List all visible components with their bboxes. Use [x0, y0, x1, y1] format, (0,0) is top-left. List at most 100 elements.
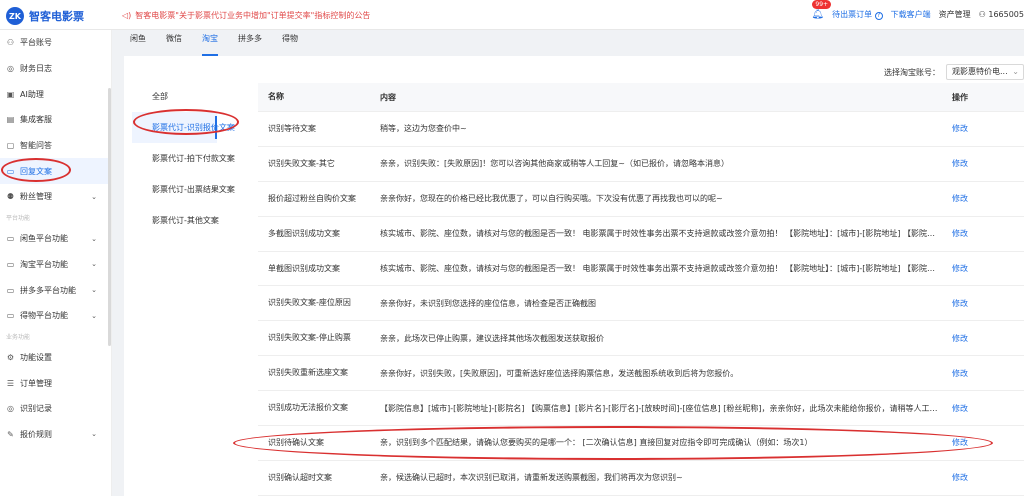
edit-button[interactable]: 修改 — [952, 124, 968, 133]
row-name: 识别失败文案-座位原因 — [268, 298, 351, 308]
category-item[interactable]: 影票代订-出票结果文案 — [132, 174, 235, 205]
sidebar-item-record[interactable]: ◎ 识别记录 — [0, 396, 111, 422]
sidebar-item-order[interactable]: ☰ 订单管理 — [0, 370, 111, 396]
tab-platform[interactable]: 淘宝 — [202, 30, 218, 56]
tab-platform[interactable]: 得物 — [282, 30, 298, 56]
chevron-down-icon: ⌄ — [1012, 67, 1019, 76]
sidebar-item-user[interactable]: ⚇ 平台账号 — [0, 30, 111, 56]
row-operation: 修改 — [942, 472, 1024, 483]
tab-platform[interactable]: 微信 — [166, 30, 182, 56]
row-operation: 修改 — [942, 403, 1024, 414]
edit-button[interactable]: 修改 — [952, 473, 968, 482]
sidebar-item-xianyu[interactable]: ▭ 闲鱼平台功能 ⌄ — [0, 226, 111, 252]
sidebar-item-reply[interactable]: ▭ 回复文案 — [0, 158, 111, 185]
sidebar-item-finance[interactable]: ◎ 财务日志 — [0, 56, 111, 82]
sidebar-section-platform: 平台功能 — [6, 215, 31, 223]
edit-button[interactable]: 修改 — [952, 194, 968, 203]
row-name: 识别成功无法报价文案 — [268, 403, 348, 413]
table-row: 识别确认超时文案 亲，候选确认已超时，本次识别已取消，请重新发送购票截图，我们将再… — [258, 461, 1024, 496]
sidebar-item-label: 集成客服 — [20, 115, 52, 125]
sidebar-item-dewu[interactable]: ▭ 得物平台功能 ⌄ — [0, 303, 111, 329]
row-content: 亲亲你好，识别失败，[失败原因]，可重新选好座位选择购票信息，发送截图系统收到后… — [380, 368, 739, 378]
edit-button[interactable]: 修改 — [952, 229, 968, 238]
sidebar-item-label: 拼多多平台功能 — [20, 285, 76, 295]
speaker-icon: ◁) — [122, 11, 132, 20]
record-icon: ◎ — [7, 404, 14, 414]
edit-button[interactable]: 修改 — [952, 404, 968, 413]
dewu-icon: ▭ — [6, 311, 15, 321]
table-row: 识别成功无法报价文案 【影院信息】[城市]-[影院地址]-[影院名] 【购票信息】… — [258, 391, 1024, 427]
tab-platform[interactable]: 拼多多 — [238, 30, 262, 56]
edit-button[interactable]: 修改 — [952, 369, 968, 378]
category-item[interactable]: 影票代订-其他文案 — [132, 205, 219, 236]
app-logo[interactable]: ZK 智客电影票 — [6, 6, 84, 26]
edit-button[interactable]: 修改 — [952, 159, 968, 168]
row-name: 识别失败文案-停止购票 — [268, 333, 351, 343]
sidebar-item-label: 识别记录 — [20, 404, 52, 414]
chevron-down-icon: ⌄ — [91, 430, 97, 439]
copy-table: 名称 内容 操作 识别等待文案 稍等，这边为您查价中~ 修改 识别失败文案-其它 亲亲，… — [258, 83, 1024, 496]
row-operation: 修改 — [942, 437, 1024, 448]
edit-button[interactable]: 修改 — [952, 264, 968, 273]
sidebar-item-label: 淘宝平台功能 — [20, 259, 68, 269]
bell-icon[interactable]: 🔔︎ 99+ — [811, 0, 832, 20]
chevron-down-icon: ⌄ — [91, 234, 97, 243]
row-operation: 修改 — [942, 193, 1024, 204]
asset-management-link[interactable]: 资产管理 — [939, 9, 971, 20]
row-name: 识别确认超时文案 — [268, 472, 332, 482]
download-client-link[interactable]: 下载客户端 — [891, 9, 931, 20]
sidebar-item-label: 平台账号 — [20, 38, 52, 48]
edit-button[interactable]: 修改 — [952, 438, 968, 447]
sidebar-item-ai[interactable]: ▣ AI助理 — [0, 81, 111, 107]
sidebar-item-price[interactable]: ✎ 报价规则 ⌄ — [0, 422, 111, 448]
sidebar-item-label: 功能设置 — [20, 352, 52, 362]
sidebar-section-business: 业务功能 — [6, 334, 31, 342]
table-row: 识别待确认文案 亲，识别到多个匹配结果，请确认您要购买的是哪一个： [二次确认信息… — [258, 426, 1024, 461]
notification-badge: 99+ — [812, 0, 832, 9]
sidebar-item-qa[interactable]: ▢ 智能问答 — [0, 133, 111, 159]
row-name: 识别待确认文案 — [268, 437, 324, 447]
column-header-name: 名称 — [268, 92, 284, 101]
table-row: 单截图识别成功文案 核实城市、影院、座位数，请核对与您的截图是否一致！ 电影票属于… — [258, 252, 1024, 287]
pending-orders-link[interactable]: 待出票订单 ? — [832, 9, 883, 20]
category-item[interactable]: 全部 — [132, 81, 217, 112]
sidebar-item-taobao[interactable]: ▭ 淘宝平台功能 ⌄ — [0, 252, 111, 278]
sidebar-item-label: 闲鱼平台功能 — [20, 234, 68, 244]
sidebar-item-service[interactable]: ▤ 集成客服 — [0, 107, 111, 133]
category-item[interactable]: 影票代订-识别报价文案 — [132, 112, 235, 143]
app-name: 智客电影票 — [29, 10, 84, 23]
sidebar-item-pdd[interactable]: ▭ 拼多多平台功能 ⌄ — [0, 277, 111, 303]
column-header-content: 内容 — [380, 92, 396, 102]
tab-platform[interactable]: 闲鱼 — [130, 30, 146, 56]
reply-icon: ▭ — [6, 166, 15, 176]
edit-button[interactable]: 修改 — [952, 334, 968, 343]
sidebar-item-settings[interactable]: ⚙ 功能设置 — [0, 345, 111, 371]
row-operation: 修改 — [942, 158, 1024, 169]
category-item[interactable]: 影票代订-拍下付款文案 — [132, 143, 235, 174]
user-menu[interactable]: ⚇ 1665005 — [979, 10, 1024, 19]
user-icon: ⚇ — [978, 10, 986, 19]
announcement-text[interactable]: 智客电影票"关于影票代订业务中增加"订单提交率"指标控制的公告 — [135, 10, 370, 21]
platform-tabs: 闲鱼 微信 淘宝 拼多多 得物 — [130, 30, 298, 56]
row-operation: 修改 — [942, 333, 1024, 344]
account-select[interactable]: 观影惠特价电... ⌄ — [946, 64, 1024, 80]
sidebar-item-label: 智能问答 — [20, 141, 52, 151]
sidebar-item-label: 报价规则 — [20, 429, 52, 439]
fans-icon: ⚉ — [6, 192, 15, 202]
edit-button[interactable]: 修改 — [952, 299, 968, 308]
chevron-down-icon: ⌄ — [91, 311, 97, 320]
row-name: 识别失败文案-其它 — [268, 158, 335, 168]
row-content: 亲亲，识别失败：[失败原因]！您可以咨询其他商家或稍等人工回复~（如已报价，请忽… — [380, 159, 729, 169]
row-operation: 修改 — [942, 263, 1024, 274]
row-operation: 修改 — [942, 298, 1024, 309]
ai-icon: ▣ — [6, 89, 15, 99]
sidebar-item-fans[interactable]: ⚉ 粉丝管理 ⌄ — [0, 184, 111, 210]
column-header-operation: 操作 — [952, 92, 968, 102]
announcement-bar[interactable]: ◁) 智客电影票"关于影票代订业务中增加"订单提交率"指标控制的公告 — [122, 10, 370, 21]
header-actions: 🔔︎ 99+ 待出票订单 ? 下载客户端 资产管理 ⚇ 1665005 — [811, 0, 1024, 20]
sidebar-scrollbar[interactable] — [108, 88, 111, 346]
row-content: 稍等，这边为您查价中~ — [380, 124, 467, 134]
main-panel: 选择淘宝账号： 观影惠特价电... ⌄ 全部 影票代订-识别报价文案 影票代订-拍下付… — [124, 56, 1024, 496]
row-name: 单截图识别成功文案 — [268, 263, 340, 273]
table-row: 多截图识别成功文案 核实城市、影院、座位数，请核对与您的截图是否一致！ 电影票属于… — [258, 217, 1024, 252]
